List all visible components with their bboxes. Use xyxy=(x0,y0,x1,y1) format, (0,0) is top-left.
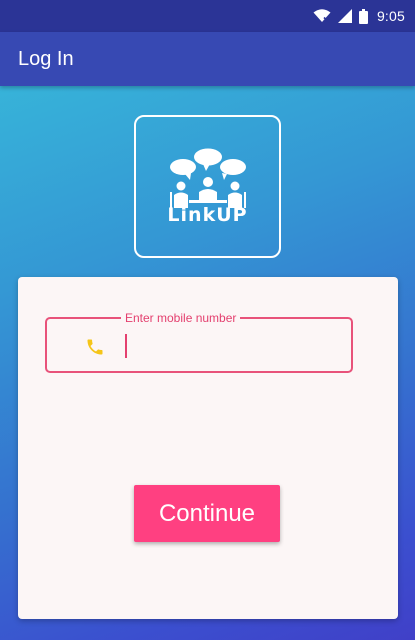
main-content: LinkUP Enter mobile number Continue xyxy=(0,86,415,640)
wifi-icon xyxy=(313,9,331,23)
status-time: 9:05 xyxy=(376,8,405,24)
login-card: Enter mobile number Continue xyxy=(18,277,398,619)
logo-text: LinkUP xyxy=(167,203,248,226)
signal-icon xyxy=(337,9,352,23)
battery-icon xyxy=(358,8,368,24)
mobile-number-label: Enter mobile number xyxy=(121,310,241,326)
app-bar: Log In xyxy=(0,32,415,86)
app-logo: LinkUP xyxy=(134,115,281,258)
phone-icon xyxy=(85,337,105,362)
status-bar: 9:05 xyxy=(0,0,415,32)
text-cursor xyxy=(125,334,127,358)
page-title: Log In xyxy=(18,47,74,70)
mobile-number-input[interactable] xyxy=(131,329,341,363)
continue-button[interactable]: Continue xyxy=(134,485,280,542)
mobile-number-field[interactable]: Enter mobile number xyxy=(45,310,353,373)
people-chat-icon xyxy=(169,148,246,208)
